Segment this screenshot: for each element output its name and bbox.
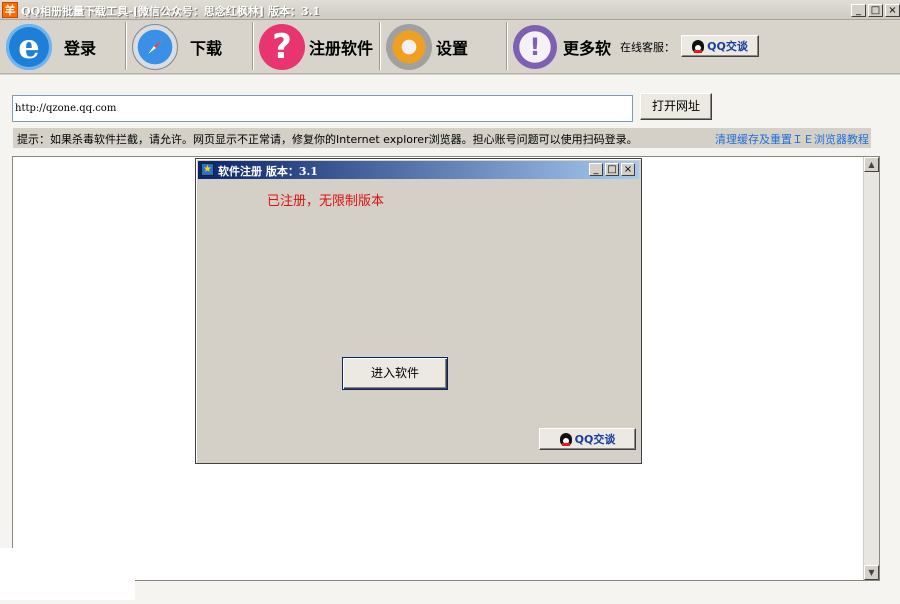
registration-status: 已注册，无限制版本 <box>267 194 385 209</box>
toolbar-login-label: 登录 <box>64 39 97 58</box>
close-button[interactable]: × <box>885 4 900 17</box>
toolbar-download-label: 下载 <box>190 39 223 58</box>
qq-penguin-icon <box>559 432 572 446</box>
dialog-qq-chat-button[interactable]: QQ交谈 <box>539 428 636 450</box>
minimize-button[interactable]: _ <box>851 4 866 17</box>
toolbar-settings-button[interactable]: 设置 <box>386 22 468 72</box>
scroll-down-icon[interactable]: ▼ <box>864 565 879 580</box>
dialog-titlebar: ★ 软件注册 版本：3.1 _ □ × <box>198 161 639 179</box>
dialog-maximize-button[interactable]: □ <box>605 163 619 176</box>
dialog-window-controls: _ □ × <box>589 163 635 176</box>
scroll-up-icon[interactable]: ▲ <box>864 157 879 172</box>
dialog-close-button[interactable]: × <box>621 163 635 176</box>
url-input[interactable]: http://qzone.qq.com <box>12 95 633 122</box>
open-url-button[interactable]: 打开网址 <box>640 93 712 120</box>
customer-service-label: 在线客服： <box>620 41 675 54</box>
qq-chat-label: QQ交谈 <box>707 40 748 53</box>
dialog-qq-chat-label: QQ交谈 <box>574 433 616 446</box>
window-title: QQ相册批量下载工具-[微信公众号：思念红枫林] 版本：3.1 <box>21 5 321 18</box>
toolbar-settings-label: 设置 <box>436 39 469 58</box>
window-controls: _ □ × <box>851 4 900 17</box>
reset-ie-tutorial-link[interactable]: 清理缓存及重置ＩＥ浏览器教程 <box>715 131 869 147</box>
vertical-scrollbar[interactable]: ▲ ▼ <box>863 157 879 580</box>
qq-penguin-icon <box>692 39 705 53</box>
app-icon: 羊 <box>2 2 18 18</box>
toolbar-separator <box>252 22 254 70</box>
qq-chat-button[interactable]: QQ交谈 <box>681 35 759 57</box>
window-titlebar: 羊 QQ相册批量下载工具-[微信公众号：思念红枫林] 版本：3.1 _ □ × <box>0 0 900 20</box>
toolbar-separator <box>506 22 508 70</box>
gear-icon <box>386 24 432 70</box>
dialog-title: 软件注册 版本：3.1 <box>218 165 318 178</box>
toolbar-more-label: 更多软 <box>563 39 612 58</box>
help-icon: ? <box>259 24 305 70</box>
toolbar-separator <box>379 22 381 70</box>
toolbar-more-button[interactable]: ! 更多软 <box>513 22 611 72</box>
star-icon: ★ <box>201 163 214 176</box>
more-icon: ! <box>513 25 557 69</box>
toolbar-download-button[interactable]: 下载 <box>132 22 222 72</box>
blank-overlay <box>0 548 135 600</box>
toolbar: e 登录 下载 ? 注册软件 设置 ! 更多软 在线客服： QQ交谈 <box>0 20 900 74</box>
ie-icon: e <box>6 24 52 70</box>
maximize-button[interactable]: □ <box>868 4 883 17</box>
toolbar-register-label: 注册软件 <box>309 39 374 58</box>
compass-icon <box>132 24 178 70</box>
tip-bar: 提示：如果杀毒软件拦截，请允许。网页显示不正常请，修复你的Internet ex… <box>13 128 871 148</box>
enter-software-button[interactable]: 进入软件 <box>342 357 448 390</box>
compass-needle-icon <box>148 40 162 54</box>
tip-text: 提示：如果杀毒软件拦截，请允许。网页显示不正常请，修复你的Internet ex… <box>17 133 638 146</box>
register-dialog: ★ 软件注册 版本：3.1 _ □ × 已注册，无限制版本 进入软件 QQ交谈 <box>195 158 642 464</box>
toolbar-login-button[interactable]: e 登录 <box>6 22 96 72</box>
dialog-minimize-button[interactable]: _ <box>589 163 603 176</box>
toolbar-separator <box>125 22 127 70</box>
toolbar-register-button[interactable]: ? 注册软件 <box>259 22 373 72</box>
